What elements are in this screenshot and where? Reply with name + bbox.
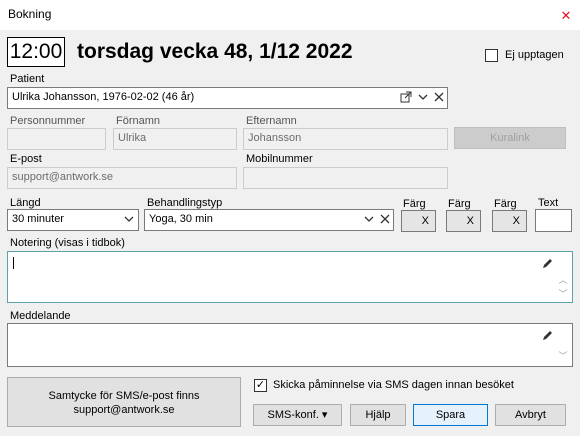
sms-reminder-label: Skicka påminnelse via SMS dagen innan be… (273, 379, 514, 391)
note-label: Notering (visas i tidbok) (10, 237, 125, 249)
treatment-label: Behandlingstyp (147, 197, 223, 209)
color-picker-3[interactable]: X (492, 210, 527, 232)
message-pencil-icon[interactable] (540, 329, 554, 343)
treatment-value: Yoga, 30 min (149, 213, 213, 225)
message-textarea[interactable] (7, 323, 573, 367)
treatment-field[interactable]: Yoga, 30 min (144, 209, 394, 231)
patient-label: Patient (10, 73, 45, 85)
length-chevron-down-icon[interactable] (122, 213, 136, 227)
mobile-label: Mobilnummer (246, 153, 313, 165)
save-button[interactable]: Spara (413, 404, 488, 426)
pencil-icon[interactable] (540, 257, 554, 271)
text-cursor (13, 257, 14, 269)
open-external-icon[interactable] (399, 91, 413, 105)
consent-line-2: support@antwork.se (73, 404, 175, 416)
message-scroll-down-icon[interactable]: ﹀ (558, 351, 568, 361)
not-busy-label: Ej upptagen (505, 49, 564, 61)
title-bar: Bokning ✕ (0, 0, 580, 30)
date-title: torsdag vecka 48, 1/12 2022 (77, 40, 353, 63)
efternamn-label: Efternamn (246, 115, 297, 127)
note-scroll-up-icon[interactable]: ︿ (558, 275, 568, 285)
color-picker-2[interactable]: X (446, 210, 481, 232)
sms-reminder-checkbox[interactable]: ✓ (254, 379, 267, 392)
note-scroll-down-icon[interactable]: ﹀ (558, 289, 568, 299)
kuralink-button[interactable]: Kuralink (454, 127, 566, 149)
cancel-button[interactable]: Avbryt (495, 404, 566, 426)
patient-value: Ulrika Johansson, 1976-02-02 (46 år) (12, 91, 195, 103)
fornamn-field: Ulrika (113, 128, 237, 150)
efternamn-field: Johansson (243, 128, 448, 150)
color-label-2: Färg (448, 198, 471, 210)
email-field: support@antwork.se (7, 167, 237, 189)
consent-button[interactable]: Samtycke för SMS/e-post finns support@an… (7, 377, 241, 427)
message-label: Meddelande (10, 310, 71, 322)
chevron-down-icon[interactable] (416, 91, 430, 105)
text-field[interactable] (535, 209, 572, 232)
mobile-field (243, 167, 448, 189)
patient-field[interactable]: Ulrika Johansson, 1976-02-02 (46 år) (7, 87, 448, 109)
sms-conf-button[interactable]: SMS-konf. ▾ (253, 404, 342, 426)
color-picker-1[interactable]: X (401, 210, 436, 232)
clear-icon[interactable] (432, 91, 446, 105)
color-label-1: Färg (403, 198, 426, 210)
color-label-3: Färg (494, 198, 517, 210)
close-icon[interactable]: ✕ (558, 8, 574, 24)
length-label: Längd (10, 197, 41, 209)
text-label: Text (538, 197, 559, 209)
not-busy-checkbox[interactable] (485, 49, 498, 62)
treatment-clear-icon[interactable] (378, 213, 392, 227)
treatment-chevron-down-icon[interactable] (362, 213, 376, 227)
personnummer-field (7, 128, 106, 150)
length-value: 30 minuter (12, 213, 64, 225)
help-button[interactable]: Hjälp (350, 404, 406, 426)
length-select[interactable]: 30 minuter (7, 209, 139, 231)
time-display: 12:00 (7, 37, 65, 67)
window-title: Bokning (8, 7, 52, 21)
fornamn-label: Förnamn (116, 115, 161, 127)
consent-line-1: Samtycke för SMS/e-post finns (48, 390, 200, 402)
email-label: E-post (10, 153, 42, 165)
note-textarea[interactable] (7, 251, 573, 303)
personnummer-label: Personnummer (10, 115, 86, 127)
